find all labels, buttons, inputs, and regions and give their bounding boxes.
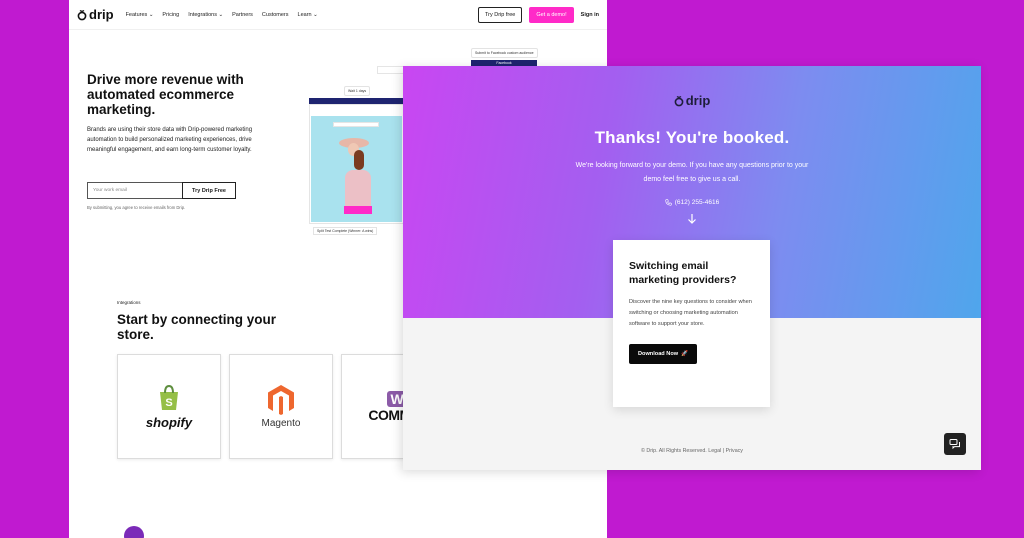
phone-icon: [665, 199, 672, 206]
demo-booked-page: drip Thanks! You're booked. We're lookin…: [403, 66, 981, 470]
email-preview-cta: [344, 206, 372, 214]
chat-icon: [949, 439, 960, 450]
copyright-text: © Drip. All Rights Reserved.: [641, 448, 707, 454]
hero-description: Brands are using their store data with D…: [87, 127, 253, 153]
privacy-link[interactable]: Privacy: [726, 448, 743, 454]
chevron-down-icon: ⌄: [313, 11, 318, 18]
nav-customers[interactable]: Customers: [262, 12, 289, 18]
chevron-down-icon: ⌄: [218, 11, 224, 18]
integrations-title: Start by connecting your store.: [117, 312, 277, 342]
phone-link[interactable]: (612) 255-4616: [403, 199, 981, 206]
try-drip-free-submit[interactable]: Try Drip Free: [182, 182, 236, 199]
download-now-label: Download Now: [638, 351, 679, 357]
shopify-wordmark: shopify: [145, 414, 193, 430]
split-test-badge: Split Test Complete (Winner: A wins): [313, 227, 378, 235]
workflow-step-wait: Wait 1 days: [344, 86, 371, 96]
magento-wordmark: Magento: [261, 418, 301, 429]
brand-name: drip: [89, 7, 114, 22]
thanks-title: Thanks! You're booked.: [594, 128, 790, 147]
thanks-brand-name: drip: [685, 93, 711, 108]
arrow-down-icon: [403, 213, 981, 225]
footer-separator: |: [722, 448, 725, 454]
nav-learn-label: Learn: [297, 11, 312, 18]
email-input[interactable]: Your work email: [87, 182, 182, 199]
top-nav: drip Features ⌄ Pricing Integrations ⌄ P…: [69, 0, 607, 30]
signup-disclaimer: By submitting, you agree to receive emai…: [87, 205, 186, 210]
nav-integrations-label: Integrations: [188, 11, 217, 18]
nav-pricing[interactable]: Pricing: [162, 12, 179, 18]
ebook-card-title: Switching email marketing providers?: [629, 260, 737, 286]
magento-icon: [268, 385, 294, 415]
person-hair: [354, 150, 364, 170]
ebook-card: Switching email marketing providers? Dis…: [613, 240, 770, 407]
nav-learn[interactable]: Learn ⌄: [298, 12, 318, 18]
signup-form: Your work email Try Drip Free: [87, 182, 236, 199]
sign-in-link[interactable]: Sign in: [581, 12, 599, 18]
phone-number: (612) 255-4616: [674, 199, 720, 206]
shopify-bag-icon: S: [160, 384, 178, 410]
hero-title: Drive more revenue with automated ecomme…: [87, 72, 244, 117]
nav-partners[interactable]: Partners: [232, 12, 253, 18]
ebook-card-text: Discover the nine key questions to consi…: [629, 299, 752, 327]
thanks-footer: © Drip. All Rights Reserved. Legal | Pri…: [403, 448, 981, 454]
chat-button[interactable]: [944, 433, 966, 455]
drip-logo[interactable]: drip: [77, 7, 114, 22]
integrations-label: Integrations: [117, 300, 141, 305]
integration-card-magento[interactable]: Magento: [229, 354, 333, 459]
thanks-subtitle: We're looking forward to your demo. If y…: [575, 162, 809, 183]
email-preview-textbar: [333, 122, 379, 127]
thanks-logo[interactable]: drip: [403, 93, 981, 108]
email-preview-photo: [311, 116, 402, 222]
download-now-button[interactable]: Download Now 🚀: [629, 344, 698, 364]
integration-card-shopify[interactable]: S shopify: [117, 354, 221, 459]
drip-logo-icon: [674, 95, 684, 106]
legal-link[interactable]: Legal: [708, 448, 721, 454]
nav-features-label: Features: [125, 11, 148, 18]
chevron-down-icon: ⌄: [148, 11, 154, 18]
avatar: [124, 526, 144, 538]
nav-features[interactable]: Features ⌄: [126, 12, 154, 18]
get-demo-button[interactable]: Get a demo!: [529, 6, 574, 23]
drip-logo-icon: [77, 9, 87, 20]
svg-text:S: S: [165, 397, 172, 409]
nav-links: Features ⌄ Pricing Integrations ⌄ Partne…: [126, 12, 318, 18]
person-body: [345, 170, 371, 210]
rocket-icon: 🚀: [681, 351, 689, 357]
nav-integrations[interactable]: Integrations ⌄: [188, 12, 223, 18]
workflow-step-facebook: Submit to Facebook custom audience: [471, 48, 538, 58]
try-drip-free-button[interactable]: Try Drip free: [478, 6, 523, 23]
nav-actions: Try Drip free Get a demo! Sign in: [478, 6, 599, 23]
